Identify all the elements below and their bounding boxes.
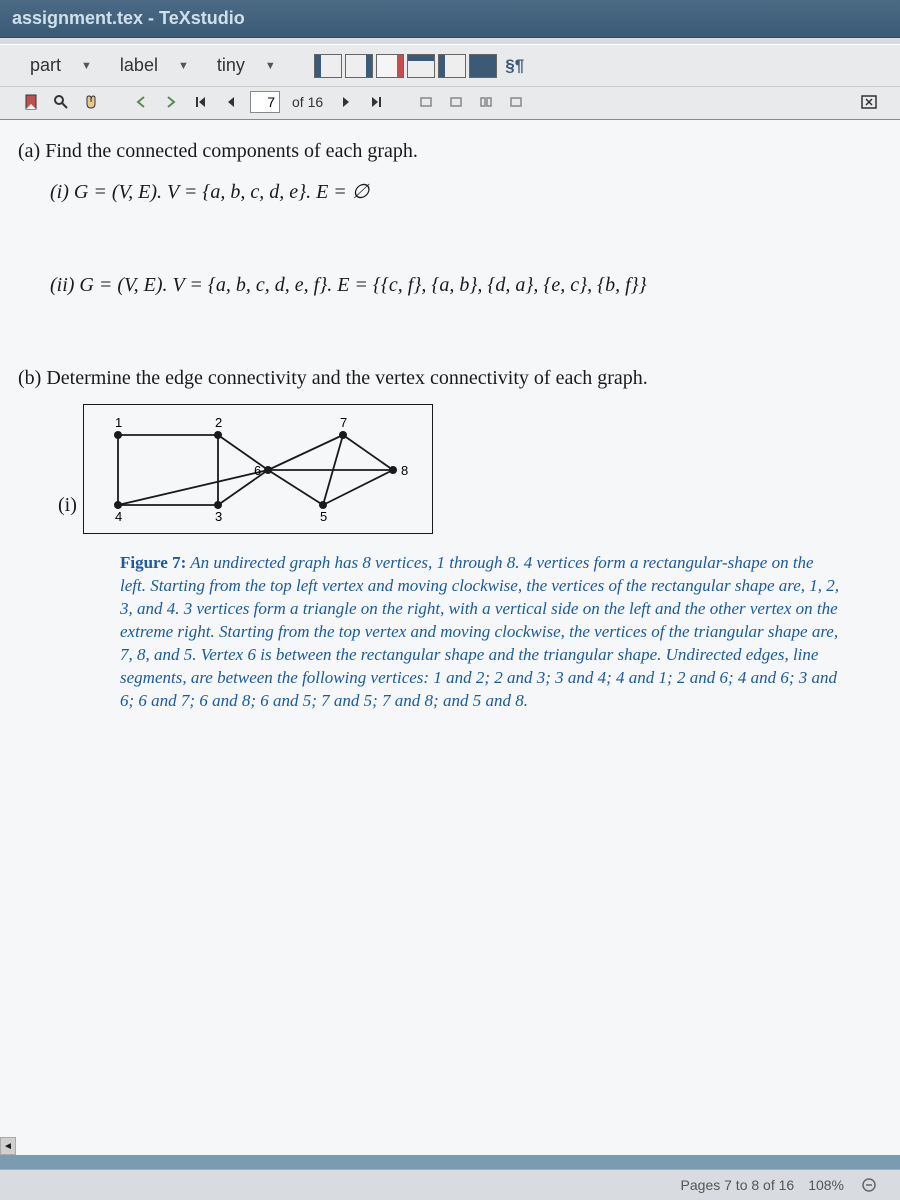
hand-icon[interactable]	[80, 91, 102, 113]
figure-caption: Figure 7: An undirected graph has 8 vert…	[120, 552, 840, 713]
toolbar-row-pdf: of 16	[0, 86, 900, 119]
problem-a-text: (a) Find the connected components of eac…	[18, 140, 882, 163]
figure-sub-label: (i)	[58, 494, 77, 517]
bookmark-icon[interactable]	[20, 91, 42, 113]
caret-down-icon: ▼	[178, 60, 189, 72]
problem-b-text: (b) Determine the edge connectivity and …	[18, 367, 882, 390]
status-pages: Pages 7 to 8 of 16	[681, 1177, 795, 1193]
caret-down-icon: ▼	[81, 60, 92, 72]
svg-text:4: 4	[115, 509, 122, 523]
nav-icon-4[interactable]	[505, 91, 527, 113]
pdf-preview[interactable]: (a) Find the connected components of eac…	[0, 120, 900, 1155]
next-page-icon[interactable]	[335, 91, 357, 113]
layout-icon-2[interactable]	[345, 54, 373, 78]
dropdown-tiny-label: tiny	[217, 55, 245, 76]
nav-icon-2[interactable]	[445, 91, 467, 113]
zoom-out-icon[interactable]	[858, 1174, 880, 1196]
last-page-icon[interactable]	[365, 91, 387, 113]
problem-a-i: (i) G = (V, E). V = {a, b, c, d, e}. E =…	[50, 179, 882, 204]
close-panel-icon[interactable]	[858, 91, 880, 113]
problem-a-ii: (ii) G = (V, E). V = {a, b, c, d, e, f}.…	[50, 274, 882, 297]
layout-icon-6[interactable]	[469, 54, 497, 78]
figure-caption-body: An undirected graph has 8 vertices, 1 th…	[120, 553, 839, 710]
scroll-left-icon[interactable]: ◄	[0, 1137, 16, 1155]
dropdown-part[interactable]: part ▼	[20, 51, 102, 80]
svg-text:7: 7	[340, 415, 347, 430]
graph-figure: 1 2 3 4 5 6 7 8	[83, 404, 433, 534]
layout-icon-3[interactable]	[376, 54, 404, 78]
svg-text:6: 6	[254, 463, 261, 478]
graph-svg: 1 2 3 4 5 6 7 8	[98, 413, 418, 523]
page-count-label: of 16	[288, 94, 327, 110]
status-bar: Pages 7 to 8 of 16 108%	[0, 1169, 900, 1200]
layout-icon-group: §¶	[314, 54, 530, 78]
arrow-right-icon[interactable]	[160, 91, 182, 113]
svg-text:2: 2	[215, 415, 222, 430]
svg-text:1: 1	[115, 415, 122, 430]
dropdown-label-label: label	[120, 55, 158, 76]
first-page-icon[interactable]	[190, 91, 212, 113]
search-icon[interactable]	[50, 91, 72, 113]
layout-icon-5[interactable]	[438, 54, 466, 78]
status-zoom: 108%	[808, 1177, 844, 1193]
paragraph-icon[interactable]: §¶	[500, 54, 530, 78]
dropdown-tiny[interactable]: tiny ▼	[207, 51, 286, 80]
nav-icon-3[interactable]	[475, 91, 497, 113]
svg-text:5: 5	[320, 509, 327, 523]
nav-icon-1[interactable]	[415, 91, 437, 113]
dropdown-label[interactable]: label ▼	[110, 51, 199, 80]
dropdown-part-label: part	[30, 55, 61, 76]
caret-down-icon: ▼	[265, 60, 276, 72]
svg-text:8: 8	[401, 463, 408, 478]
layout-icon-1[interactable]	[314, 54, 342, 78]
figure-row: (i) 1 2 3 4 5 6 7 8	[58, 404, 882, 534]
window-titlebar: assignment.tex - TeXstudio	[0, 0, 900, 38]
figure-caption-title: Figure 7:	[120, 553, 186, 572]
layout-icon-4[interactable]	[407, 54, 435, 78]
window-title: assignment.tex - TeXstudio	[12, 8, 245, 28]
arrow-left-icon[interactable]	[130, 91, 152, 113]
svg-text:3: 3	[215, 509, 222, 523]
page-number-input[interactable]	[250, 91, 280, 113]
toolbar-row-dropdowns: part ▼ label ▼ tiny ▼ §¶	[0, 44, 900, 86]
toolbar: part ▼ label ▼ tiny ▼ §¶	[0, 38, 900, 120]
prev-page-icon[interactable]	[220, 91, 242, 113]
